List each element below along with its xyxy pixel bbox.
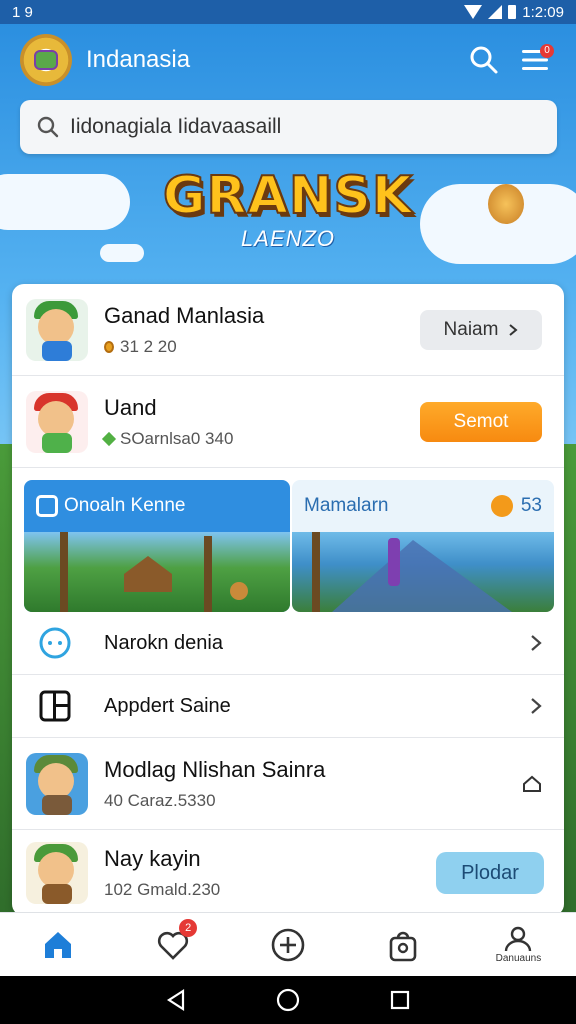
grid-icon	[38, 689, 72, 723]
favorites-badge: 2	[179, 919, 198, 937]
profile-label: Danuauns	[495, 952, 542, 964]
item-subtitle: 40 Caraz.5330	[104, 790, 216, 810]
search-icon[interactable]	[464, 40, 504, 80]
character-avatar	[26, 752, 88, 815]
recents-icon[interactable]	[389, 989, 411, 1011]
tile-count: 53	[520, 495, 542, 516]
search-placeholder: Iidonagiala Iidavaasaill	[70, 115, 282, 138]
app-logo[interactable]	[20, 34, 72, 86]
home-circle-icon[interactable]	[276, 988, 300, 1012]
nav-home[interactable]	[0, 913, 115, 976]
lantern-icon	[488, 184, 524, 224]
item-title: Ganad Manlasia	[104, 302, 265, 328]
bottom-nav: 2 Danuauns	[0, 912, 576, 976]
character-avatar	[26, 842, 88, 904]
item-title: Uand	[104, 394, 157, 420]
coin-icon	[104, 340, 114, 353]
back-icon[interactable]	[165, 989, 187, 1011]
tile-label: Mamalarn	[304, 495, 389, 516]
status-left-text: 1 9	[12, 3, 33, 21]
item-action-button[interactable]: Naiam	[420, 309, 542, 350]
character-avatar	[26, 390, 88, 453]
signal-icon	[488, 5, 503, 19]
banner-subtitle: LAENZO	[240, 226, 336, 251]
menu-icon[interactable]: 0	[516, 40, 556, 80]
list-item[interactable]: Modlag Nlishan Sainra 40 Caraz.5330	[12, 738, 564, 830]
nav-shop[interactable]	[346, 913, 461, 976]
item-subtitle: SOarnlsa0 340	[120, 428, 234, 448]
game-tile[interactable]: Onoaln Kenne	[24, 480, 290, 612]
item-title: Modlag Nlishan Sainra	[104, 756, 326, 782]
home-icon	[44, 931, 71, 958]
content-card: Ganad Manlasia 31 2 20 Naiam Uand SOarnl…	[12, 284, 564, 916]
chat-bubble-icon	[38, 626, 72, 660]
wifi-icon	[464, 5, 483, 19]
menu-badge: 0	[540, 44, 554, 58]
shopping-bag-icon	[389, 931, 417, 961]
item-title: Nay kayin	[104, 846, 201, 871]
list-item[interactable]: Ganad Manlasia 31 2 20 Naiam	[12, 284, 564, 376]
item-subtitle: 102 Gmald.230	[104, 880, 221, 899]
gem-icon	[101, 431, 117, 446]
system-nav-bar	[0, 976, 576, 1024]
item-action-button[interactable]: Semot	[420, 401, 542, 442]
jungle-scene-image	[24, 532, 290, 612]
nav-favorites[interactable]: 2	[115, 913, 230, 976]
character-avatar	[26, 298, 88, 361]
menu-row-label: Narokn denia	[104, 631, 223, 654]
battery-icon	[508, 5, 517, 19]
chevron-right-icon	[531, 635, 542, 651]
chevron-right-icon	[531, 698, 542, 714]
item-subtitle: 31 2 20	[120, 336, 177, 356]
game-tile[interactable]: Mamalarn 53	[292, 480, 554, 612]
app-header: Indanasia 0	[0, 28, 576, 92]
profile-icon	[505, 926, 532, 951]
nav-add[interactable]	[230, 913, 345, 976]
trophy-icon	[490, 495, 513, 517]
nav-profile[interactable]: Danuauns	[461, 913, 576, 976]
tile-label: Onoaln Kenne	[64, 495, 186, 516]
search-input[interactable]: Iidonagiala Iidavaasaill	[20, 100, 557, 154]
menu-row-label: Appdert Saine	[104, 694, 231, 717]
search-field-icon	[37, 116, 59, 138]
status-bar: 1 9 1:2:09	[0, 0, 576, 24]
menu-row[interactable]: Appdert Saine	[12, 675, 564, 738]
status-time: 1:2:09	[522, 3, 564, 21]
list-item[interactable]: Uand SOarnlsa0 340 Semot	[12, 376, 564, 468]
tile-icon	[36, 495, 58, 517]
list-item[interactable]: Nay kayin 102 Gmald.230 Plodar	[12, 830, 564, 916]
item-action-button[interactable]: Plodar	[436, 852, 544, 894]
chevron-right-icon	[509, 323, 519, 336]
status-icons: 1:2:09	[464, 4, 564, 21]
menu-row[interactable]: Narokn denia	[12, 612, 564, 675]
add-circle-icon	[271, 928, 305, 961]
app-title: Indanasia	[86, 46, 191, 73]
button-label: Naiam	[443, 318, 499, 340]
home-outline-icon[interactable]	[522, 774, 542, 794]
mountain-scene-image	[292, 532, 554, 612]
